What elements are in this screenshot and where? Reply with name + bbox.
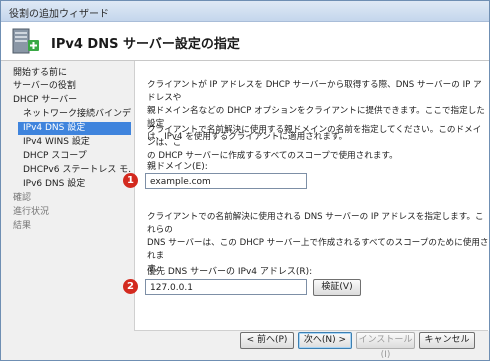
main-content: クライアントが IP アドレスを DHCP サーバーから取得する際、DNS サー… bbox=[134, 61, 489, 331]
annotation-marker-1: 1 bbox=[123, 173, 138, 188]
annotation-marker-2: 2 bbox=[123, 279, 138, 294]
nav-item-confirmation: 確認 bbox=[13, 193, 32, 203]
nav-item-ipv6-dns[interactable]: IPv6 DNS 設定 bbox=[23, 178, 85, 191]
nav-item-dhcpv6-stateless[interactable]: DHCPv6 ステートレス モ… bbox=[23, 164, 131, 177]
nav-item-results: 結果 bbox=[13, 221, 32, 231]
preferred-dns-input[interactable]: 127.0.0.1 bbox=[145, 279, 307, 295]
dns-description-line: クライアントでの名前解決に使用される DNS サーバーの IP アドレスを指定し… bbox=[147, 212, 484, 235]
install-button[interactable]: インストール(I) bbox=[356, 332, 415, 360]
title-bar[interactable]: 役割の追加ウィザード bbox=[1, 1, 489, 22]
page-title: IPv4 DNS サーバー設定の指定 bbox=[51, 37, 240, 52]
nav-item-progress: 進行状況 bbox=[13, 207, 50, 217]
nav-item-before-you-begin[interactable]: 開始する前に bbox=[13, 67, 67, 80]
nav-item-ipv4-dns[interactable]: IPv4 DNS 設定 bbox=[18, 122, 131, 135]
footer-divider bbox=[134, 330, 488, 331]
wizard-window: 役割の追加ウィザード IPv4 DNS サーバー設定の指定 開始する前に サーバ… bbox=[0, 0, 490, 361]
domain-description: クライアントで名前解決に使用する親ドメインの名前を指定してください。このドメイン… bbox=[147, 124, 489, 163]
next-button[interactable]: 次へ(N) > bbox=[298, 332, 352, 349]
preferred-dns-label: 優先 DNS サーバーの IPv4 アドレス(R): bbox=[147, 267, 313, 277]
validate-button[interactable]: 検証(V) bbox=[313, 279, 361, 296]
back-button[interactable]: < 前へ(P) bbox=[240, 332, 294, 349]
domain-description-line: クライアントで名前解決に使用する親ドメインの名前を指定してください。このドメイン… bbox=[147, 125, 482, 148]
server-add-icon bbox=[12, 28, 39, 54]
nav-item-ipv4-wins[interactable]: IPv4 WINS 設定 bbox=[23, 136, 90, 149]
parent-domain-label: 親ドメイン(E): bbox=[147, 162, 208, 172]
nav-item-dhcp-server[interactable]: DHCP サーバー bbox=[13, 94, 77, 107]
wizard-steps-nav: 開始する前に サーバーの役割 DHCP サーバー ネットワーク接続バインデ… I… bbox=[1, 61, 133, 301]
cancel-button[interactable]: キャンセル bbox=[419, 332, 475, 349]
dns-description-line: DNS サーバーは、この DHCP サーバー上で作成されるすべてのスコープのため… bbox=[147, 238, 489, 261]
window-title: 役割の追加ウィザード bbox=[9, 9, 109, 20]
intro-line: クライアントが IP アドレスを DHCP サーバーから取得する際、DNS サー… bbox=[147, 80, 482, 103]
parent-domain-input[interactable]: example.com bbox=[145, 173, 307, 189]
nav-item-network-binding[interactable]: ネットワーク接続バインデ… bbox=[23, 108, 131, 121]
nav-item-dhcp-scope[interactable]: DHCP スコープ bbox=[23, 150, 87, 163]
page-header: IPv4 DNS サーバー設定の指定 bbox=[1, 22, 489, 61]
nav-item-server-roles[interactable]: サーバーの役割 bbox=[13, 80, 76, 93]
